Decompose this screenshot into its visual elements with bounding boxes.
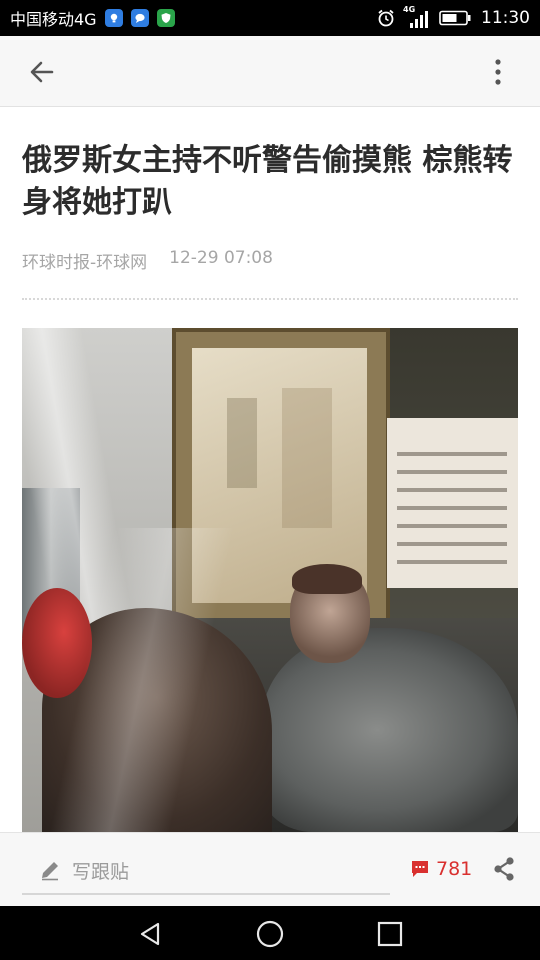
status-bar: 中国移动4G 4G 11:30 [0,0,540,36]
compose-placeholder: 写跟贴 [72,860,130,883]
share-icon [494,857,514,881]
comment-count-button[interactable]: 781 [410,855,472,883]
circle-home-icon [256,920,284,948]
battery-icon [439,10,471,26]
article-meta: 环球时报-环球网 12-29 07:08 [22,248,273,273]
article-title: 俄罗斯女主持不听警告偷摸熊 棕熊转身将她打趴 [22,143,513,220]
square-recent-icon [377,921,403,947]
lightbulb-app-icon [104,9,123,27]
dotted-divider [22,298,518,300]
article-source[interactable]: 环球时报-环球网 [22,248,147,273]
comment-bubble-icon [412,861,428,877]
comment-bar: 写跟贴 781 [0,832,540,907]
arrow-left-icon [30,61,54,83]
compose-comment-field[interactable]: 写跟贴 [22,847,390,895]
article-time: 12-29 07:08 [169,248,273,268]
news-photo[interactable] [22,328,518,832]
chat-bubble-app-icon [130,9,149,27]
shield-app-icon [156,9,175,27]
back-button[interactable] [22,52,62,92]
signal-bars-icon [410,11,428,28]
triangle-back-icon [140,922,160,946]
alarm-clock-icon [378,9,394,27]
nav-home-button[interactable] [254,918,286,950]
comment-count: 781 [436,858,473,880]
status-clock: 11:30 [481,8,530,28]
nav-recent-apps-button[interactable] [374,918,406,950]
pencil-icon [42,862,58,881]
cellular-signal: 4G [403,5,429,28]
more-vertical-icon [495,59,501,85]
system-nav-bar [0,906,540,960]
carrier-label: 中国移动4G [10,10,97,29]
app-bar [0,36,540,107]
share-button[interactable] [488,853,520,885]
more-options-button[interactable] [478,52,518,92]
nav-back-button[interactable] [134,918,166,950]
